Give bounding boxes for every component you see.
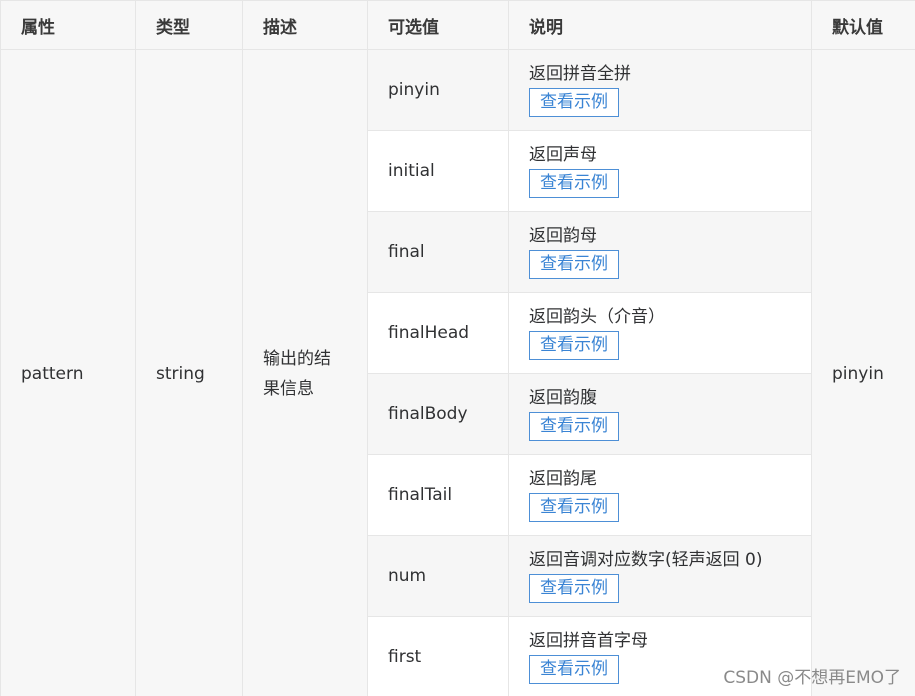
header-type: 类型	[135, 0, 243, 50]
option-value: initial	[367, 130, 509, 212]
table-row: pattern string 输出的结 果信息 pinyin 返回拼音全拼 查看示…	[0, 49, 915, 696]
option-note: 返回声母 查看示例	[508, 130, 812, 212]
desc-line-2: 果信息	[263, 378, 314, 399]
option-value: finalBody	[367, 373, 509, 455]
header-desc: 描述	[242, 0, 368, 50]
option-value: pinyin	[367, 49, 509, 131]
default-cell: pinyin	[811, 49, 915, 696]
option-value: finalTail	[367, 454, 509, 536]
watermark-text: CSDN @不想再EMO了	[723, 668, 901, 688]
option-note: 返回韵母 查看示例	[508, 211, 812, 293]
option-note: 返回拼音全拼 查看示例	[508, 49, 812, 131]
desc-line-1: 输出的结	[263, 348, 331, 369]
view-example-button[interactable]: 查看示例	[529, 169, 619, 198]
header-attr: 属性	[0, 0, 136, 50]
view-example-button[interactable]: 查看示例	[529, 412, 619, 441]
desc-cell: 输出的结 果信息	[242, 49, 368, 696]
table-header-row: 属性 类型 描述 可选值 说明 默认值	[0, 0, 915, 50]
option-note: 返回音调对应数字(轻声返回 0) 查看示例	[508, 535, 812, 617]
options-table-container: 属性 类型 描述 可选值 说明 默认值 pattern string 输出的结 …	[0, 0, 915, 696]
header-default: 默认值	[811, 0, 915, 50]
header-options: 可选值	[367, 0, 509, 50]
options-table: 属性 类型 描述 可选值 说明 默认值 pattern string 输出的结 …	[0, 0, 915, 696]
option-value: first	[367, 616, 509, 696]
view-example-button[interactable]: 查看示例	[529, 493, 619, 522]
option-note: 返回韵头（介音） 查看示例	[508, 292, 812, 374]
view-example-button[interactable]: 查看示例	[529, 574, 619, 603]
option-note: 返回韵腹 查看示例	[508, 373, 812, 455]
type-cell: string	[135, 49, 243, 696]
option-note: 返回韵尾 查看示例	[508, 454, 812, 536]
view-example-button[interactable]: 查看示例	[529, 250, 619, 279]
view-example-button[interactable]: 查看示例	[529, 331, 619, 360]
option-value: finalHead	[367, 292, 509, 374]
view-example-button[interactable]: 查看示例	[529, 655, 619, 684]
attr-cell: pattern	[0, 49, 136, 696]
view-example-button[interactable]: 查看示例	[529, 88, 619, 117]
header-note: 说明	[508, 0, 812, 50]
option-value: final	[367, 211, 509, 293]
option-value: num	[367, 535, 509, 617]
